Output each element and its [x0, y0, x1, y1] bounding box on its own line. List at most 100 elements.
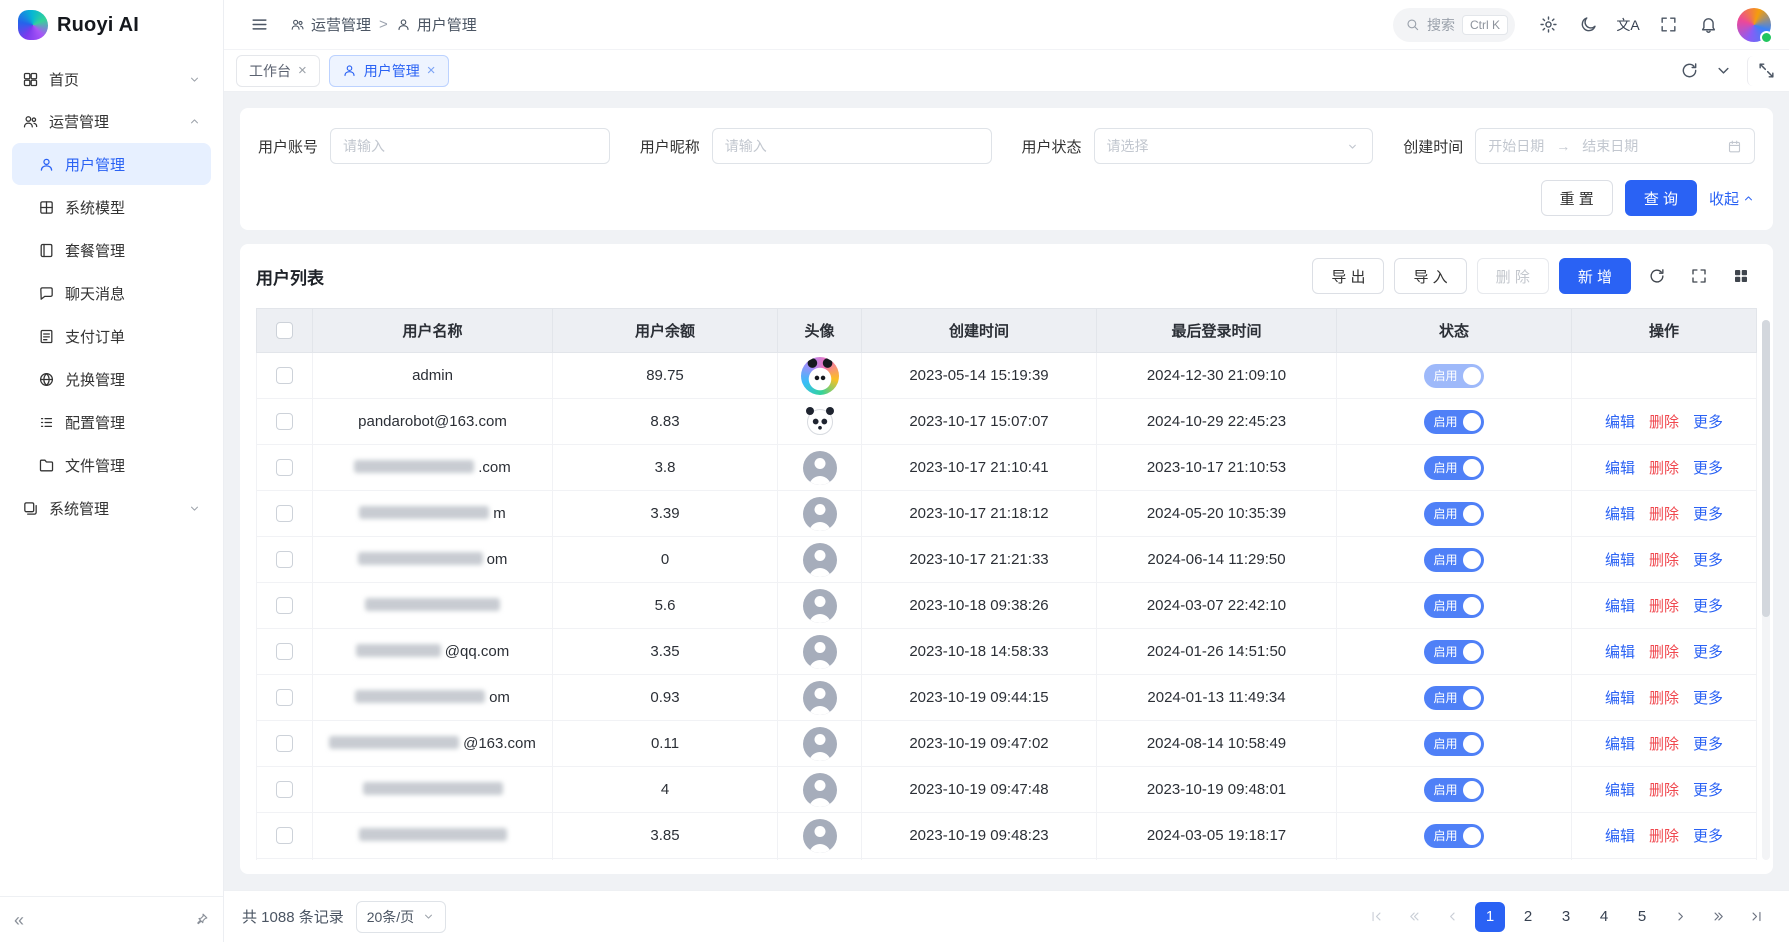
more-link[interactable]: 更多 — [1693, 736, 1723, 753]
row-checkbox[interactable] — [276, 505, 293, 522]
sidebar-item-file-management[interactable]: 文件管理 — [12, 444, 211, 486]
delete-link[interactable]: 删除 — [1649, 736, 1679, 753]
sidebar-item-user-management[interactable]: 用户管理 — [12, 143, 211, 185]
status-toggle[interactable]: 启用 — [1424, 502, 1483, 526]
filter-input-0[interactable] — [330, 128, 610, 164]
first-page-icon[interactable] — [1361, 902, 1391, 932]
edit-link[interactable]: 编辑 — [1605, 598, 1635, 615]
global-search[interactable]: 搜索 Ctrl K — [1393, 8, 1515, 42]
sidebar-collapse-button[interactable]: « — [14, 911, 24, 929]
edit-link[interactable]: 编辑 — [1605, 644, 1635, 661]
row-checkbox[interactable] — [276, 597, 293, 614]
row-checkbox[interactable] — [276, 459, 293, 476]
page-size-select[interactable]: 20条/页 — [356, 901, 446, 933]
add-button[interactable]: 新 增 — [1559, 258, 1631, 294]
more-link[interactable]: 更多 — [1693, 414, 1723, 431]
notification-bell-icon[interactable] — [1691, 8, 1725, 42]
reset-button[interactable]: 重 置 — [1541, 180, 1613, 216]
select-all-checkbox[interactable] — [276, 322, 293, 339]
pin-icon[interactable] — [194, 912, 209, 927]
layout-expand-icon[interactable] — [1747, 56, 1777, 86]
row-checkbox[interactable] — [276, 413, 293, 430]
tab-user-management[interactable]: 用户管理× — [329, 55, 449, 87]
next-page-icon[interactable] — [1665, 902, 1695, 932]
sidebar-item-home[interactable]: 首页 — [12, 58, 211, 100]
status-toggle[interactable]: 启用 — [1424, 410, 1483, 434]
previous-page-icon[interactable] — [1437, 902, 1467, 932]
more-link[interactable]: 更多 — [1693, 828, 1723, 845]
sidebar-item-config-management[interactable]: 配置管理 — [12, 401, 211, 443]
page-button-3[interactable]: 3 — [1551, 902, 1581, 932]
status-toggle[interactable]: 启用 — [1424, 824, 1483, 848]
last-page-icon[interactable] — [1741, 902, 1771, 932]
breadcrumb-item-user-management[interactable]: 用户管理 — [396, 14, 477, 35]
delete-link[interactable]: 删除 — [1649, 414, 1679, 431]
chevron-down-icon[interactable] — [1708, 56, 1738, 86]
delete-link[interactable]: 删除 — [1649, 782, 1679, 799]
status-toggle[interactable]: 启用 — [1424, 456, 1483, 480]
column-settings-grid-icon[interactable] — [1725, 260, 1757, 292]
close-icon[interactable]: × — [298, 63, 307, 78]
row-checkbox[interactable] — [276, 827, 293, 844]
delete-link[interactable]: 删除 — [1649, 690, 1679, 707]
row-checkbox[interactable] — [276, 735, 293, 752]
status-toggle[interactable]: 启用 — [1424, 640, 1483, 664]
edit-link[interactable]: 编辑 — [1605, 414, 1635, 431]
more-link[interactable]: 更多 — [1693, 782, 1723, 799]
hamburger-menu-icon[interactable] — [242, 8, 276, 42]
more-link[interactable]: 更多 — [1693, 690, 1723, 707]
status-toggle[interactable]: 启用 — [1424, 686, 1483, 710]
search-button[interactable]: 查 询 — [1625, 180, 1697, 216]
refresh-icon[interactable] — [1641, 260, 1673, 292]
sidebar-item-chat-messages[interactable]: 聊天消息 — [12, 272, 211, 314]
page-button-4[interactable]: 4 — [1589, 902, 1619, 932]
collapse-filter-link[interactable]: 收起 — [1709, 188, 1755, 209]
export-button[interactable]: 导 出 — [1312, 258, 1384, 294]
delete-link[interactable]: 删除 — [1649, 460, 1679, 477]
sidebar-item-system[interactable]: 系统管理 — [12, 487, 211, 529]
delete-link[interactable]: 删除 — [1649, 644, 1679, 661]
more-link[interactable]: 更多 — [1693, 506, 1723, 523]
vertical-scrollbar[interactable] — [1762, 320, 1770, 860]
edit-link[interactable]: 编辑 — [1605, 782, 1635, 799]
row-checkbox[interactable] — [276, 781, 293, 798]
dark-mode-moon-icon[interactable] — [1571, 8, 1605, 42]
jump-back-icon[interactable] — [1399, 902, 1429, 932]
tab-workbench[interactable]: 工作台× — [236, 55, 320, 87]
language-translate-icon[interactable]: 文A — [1611, 8, 1645, 42]
fullscreen-icon[interactable] — [1651, 8, 1685, 42]
status-toggle[interactable]: 启用 — [1424, 594, 1483, 618]
edit-link[interactable]: 编辑 — [1605, 460, 1635, 477]
sidebar-item-system-model[interactable]: 系统模型 — [12, 186, 211, 228]
delete-button[interactable]: 删 除 — [1477, 258, 1549, 294]
delete-link[interactable]: 删除 — [1649, 506, 1679, 523]
edit-link[interactable]: 编辑 — [1605, 736, 1635, 753]
sidebar-item-package-management[interactable]: 套餐管理 — [12, 229, 211, 271]
status-toggle[interactable]: 启用 — [1424, 548, 1483, 572]
sidebar-item-exchange-management[interactable]: 兑换管理 — [12, 358, 211, 400]
status-toggle[interactable]: 启用 — [1424, 778, 1483, 802]
settings-gear-icon[interactable] — [1531, 8, 1565, 42]
edit-link[interactable]: 编辑 — [1605, 690, 1635, 707]
row-checkbox[interactable] — [276, 689, 293, 706]
import-button[interactable]: 导 入 — [1394, 258, 1466, 294]
refresh-icon[interactable] — [1674, 56, 1704, 86]
more-link[interactable]: 更多 — [1693, 460, 1723, 477]
jump-forward-icon[interactable] — [1703, 902, 1733, 932]
edit-link[interactable]: 编辑 — [1605, 552, 1635, 569]
status-toggle[interactable]: 启用 — [1424, 732, 1483, 756]
status-toggle[interactable]: 启用 — [1424, 364, 1483, 388]
row-checkbox[interactable] — [276, 643, 293, 660]
filter-select-2[interactable]: 请选择 — [1094, 128, 1374, 164]
row-checkbox[interactable] — [276, 367, 293, 384]
scrollbar-thumb[interactable] — [1762, 320, 1770, 617]
more-link[interactable]: 更多 — [1693, 644, 1723, 661]
row-checkbox[interactable] — [276, 551, 293, 568]
page-button-2[interactable]: 2 — [1513, 902, 1543, 932]
page-button-5[interactable]: 5 — [1627, 902, 1657, 932]
breadcrumb-item-operations[interactable]: 运营管理 — [290, 14, 371, 35]
delete-link[interactable]: 删除 — [1649, 828, 1679, 845]
filter-daterange-3[interactable]: 开始日期→结束日期 — [1475, 128, 1755, 164]
sidebar-item-operations[interactable]: 运营管理 — [12, 100, 211, 142]
sidebar-item-payment-orders[interactable]: 支付订单 — [12, 315, 211, 357]
